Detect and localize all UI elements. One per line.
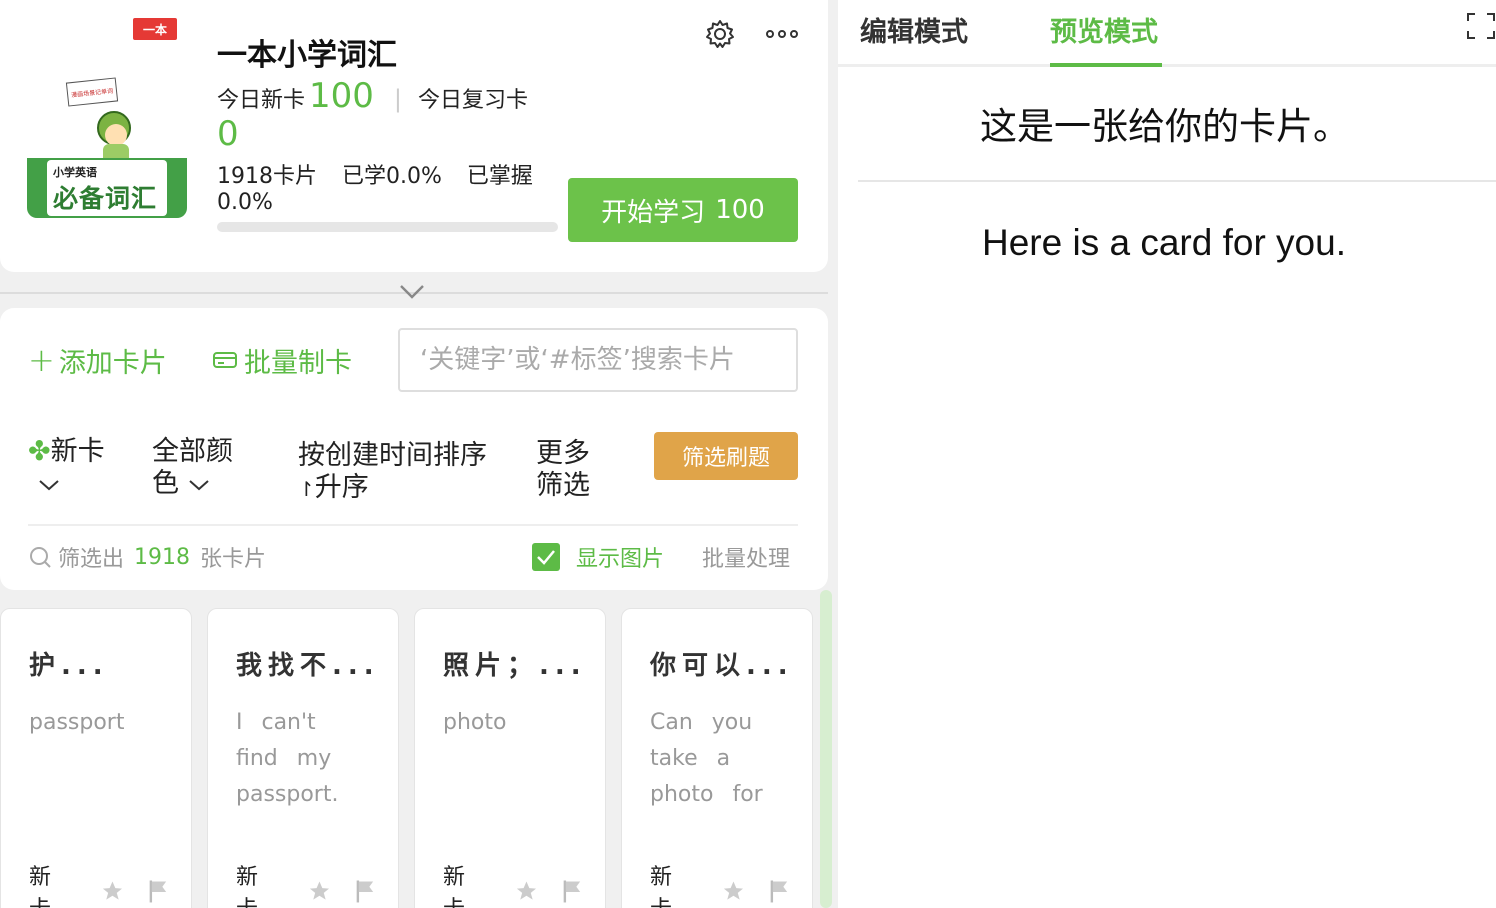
search-icon — [30, 547, 51, 568]
start-learning-button[interactable]: 开始学习 100 — [568, 178, 798, 242]
tab-bar-border — [838, 64, 1496, 67]
today-new-label: 今日新卡 — [217, 88, 306, 113]
left-pane: 一本 漫画场景记单词 小学英语 必备词汇 一本小学词汇 今日新卡 100 | 今… — [0, 0, 838, 908]
deck-progress-stats: 1918卡片 已学0.0% 已掌握 — [217, 158, 551, 190]
result-prefix: 筛选出 — [58, 547, 125, 572]
word-card[interactable]: 你可以... Can you take a photo for 新卡 — [621, 608, 813, 908]
card-back-text: Here is a card for you. — [982, 222, 1346, 263]
mastered-label: 已掌握 — [466, 164, 533, 189]
tab-edit-mode[interactable]: 编辑模式 — [860, 10, 968, 49]
today-stats: 今日新卡 100 | 今日复习卡 — [217, 76, 528, 116]
star-icon[interactable] — [308, 879, 331, 903]
flag-icon[interactable] — [148, 878, 169, 904]
filter-result: 筛选出 1918 张卡片 — [28, 540, 266, 574]
start-label: 开始学习 — [601, 197, 706, 228]
add-card-button[interactable]: + 添加卡片 — [28, 340, 167, 380]
tab-preview-mode[interactable]: 预览模式 — [1050, 10, 1158, 49]
card-title: 你可以... — [650, 651, 794, 681]
filter-more-button[interactable]: 更多筛选 — [536, 438, 606, 502]
deck-progress-bar — [217, 222, 558, 232]
search-input[interactable] — [398, 328, 798, 392]
filter-new-dropdown[interactable]: ✤新卡 — [28, 436, 105, 500]
flag-icon[interactable] — [355, 878, 376, 904]
batch-make-label: 批量制卡 — [244, 347, 352, 379]
chevron-down-icon[interactable] — [398, 280, 426, 302]
show-images-toggle[interactable]: 显示图片 — [532, 540, 664, 574]
card-status: 新卡 — [236, 865, 259, 908]
card-body: passport — [29, 710, 125, 735]
card-status: 新卡 — [650, 865, 673, 908]
result-count: 1918 — [134, 544, 191, 570]
result-suffix: 张卡片 — [200, 547, 267, 572]
chevron-down-icon — [188, 479, 209, 490]
add-card-label: 添加卡片 — [58, 347, 167, 379]
front-back-divider — [858, 180, 1496, 182]
word-card[interactable]: 护... passport 新卡 — [0, 608, 192, 908]
check-icon — [537, 550, 555, 565]
batch-make-button[interactable]: 批量制卡 — [212, 340, 352, 380]
today-review-count: 0 — [217, 114, 239, 154]
cover-sign: 漫画场景记单词 — [65, 77, 119, 107]
card-body: Can you take a photo for — [650, 710, 763, 807]
batch-card-icon — [213, 352, 237, 368]
card-title: 护... — [29, 651, 109, 681]
filter-new-label: 新卡 — [50, 436, 105, 467]
filter-sort-label: 按创建时间排序 — [298, 440, 487, 471]
cover-title: 必备词汇 — [53, 184, 158, 213]
batch-process-button[interactable]: 批量处理 — [702, 540, 790, 574]
cover-kid-face — [105, 124, 127, 146]
more-options-icon[interactable] — [764, 22, 800, 46]
mastered-percent: 0.0% — [217, 190, 273, 215]
deck-cover-image[interactable]: 一本 漫画场景记单词 小学英语 必备词汇 — [27, 16, 187, 218]
screen-practice-button[interactable]: 筛选刷题 — [654, 432, 798, 480]
active-tab-indicator — [1050, 63, 1162, 67]
card-footer: 新卡 — [29, 859, 169, 908]
preview-pane: 编辑模式 预览模式 这是一张给你的卡片。 Here is a card for … — [838, 0, 1496, 908]
flag-icon[interactable] — [769, 878, 790, 904]
card-status: 新卡 — [443, 865, 466, 908]
plus-icon: + — [28, 341, 55, 379]
card-list-scrollbar[interactable] — [820, 590, 832, 908]
deck-title: 一本小学词汇 — [217, 38, 397, 73]
stat-separator: | — [393, 85, 403, 113]
learned-percent: 已学0.0% — [342, 164, 442, 189]
filter-sort-dropdown[interactable]: 按创建时间排序 ↾升序 — [298, 440, 498, 505]
total-cards: 1918卡片 — [217, 164, 317, 189]
word-card[interactable]: 照片；... photo 新卡 — [414, 608, 606, 908]
card-title: 我找不... — [236, 651, 380, 681]
filter-color-dropdown[interactable]: 全部颜色 — [152, 436, 252, 500]
start-count: 100 — [715, 195, 765, 225]
filter-more-label: 更多筛选 — [536, 438, 590, 501]
deck-info-card: 一本 漫画场景记单词 小学英语 必备词汇 一本小学词汇 今日新卡 100 | 今… — [0, 0, 828, 272]
gear-icon[interactable] — [704, 18, 736, 50]
card-body: I can't find my passport. — [236, 710, 339, 807]
flag-icon[interactable] — [562, 878, 583, 904]
card-footer: 新卡 — [650, 859, 790, 908]
star-icon[interactable] — [722, 879, 745, 903]
show-images-checkbox[interactable] — [532, 543, 560, 571]
fullscreen-icon[interactable] — [1466, 12, 1496, 40]
filter-sort-order: 升序 — [314, 472, 369, 503]
star-icon[interactable] — [515, 879, 538, 903]
today-new-count: 100 — [309, 76, 374, 116]
card-front-text: 这是一张给你的卡片。 — [980, 105, 1350, 148]
chevron-down-icon — [39, 479, 59, 490]
card-footer: 新卡 — [236, 859, 376, 908]
star-icon[interactable] — [101, 879, 124, 903]
sort-order-icon: ↾ — [298, 477, 315, 501]
divider — [28, 524, 798, 526]
cover-logo: 一本 — [133, 18, 177, 40]
today-review-label: 今日复习卡 — [418, 88, 529, 113]
show-images-label: 显示图片 — [576, 547, 665, 572]
card-body: photo — [443, 710, 507, 735]
cover-subtitle: 小学英语 — [53, 166, 97, 179]
card-title: 照片；... — [443, 651, 587, 681]
word-card[interactable]: 我找不... I can't find my passport. 新卡 — [207, 608, 399, 908]
card-footer: 新卡 — [443, 859, 583, 908]
card-status: 新卡 — [29, 865, 52, 908]
clover-icon: ✤ — [28, 436, 51, 467]
